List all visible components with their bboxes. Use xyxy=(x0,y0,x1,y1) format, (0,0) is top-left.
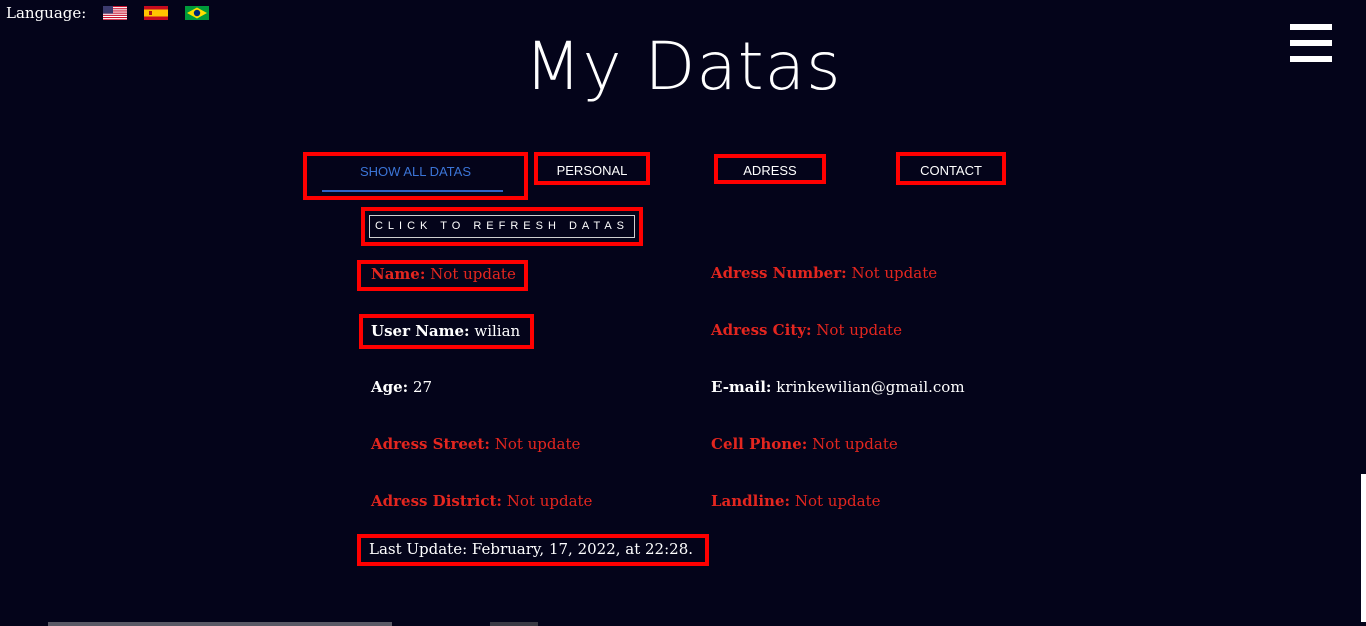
field-landline: Landline: Not update xyxy=(711,492,881,510)
field-name: Name: Not update xyxy=(357,260,528,291)
field-label: Adress Number: xyxy=(711,264,847,282)
refresh-button-highlight: CLICK TO REFRESH DATAS xyxy=(361,207,643,246)
field-value: Not update xyxy=(794,492,881,510)
language-label: Language: xyxy=(6,4,87,22)
field-label: Landline: xyxy=(711,492,791,510)
tab-personal[interactable]: PERSONAL xyxy=(534,152,650,185)
tab-contact[interactable]: CONTACT xyxy=(896,152,1006,185)
brazil-flag-icon[interactable] xyxy=(185,6,210,20)
last-update-text: Last Update: February, 17, 2022, at 22:2… xyxy=(357,534,709,566)
field-label: Cell Phone: xyxy=(711,435,808,453)
field-label: User Name: xyxy=(371,322,470,340)
scrollbar-segment xyxy=(490,622,538,626)
field-label: E-mail: xyxy=(711,378,772,396)
spain-flag-icon[interactable] xyxy=(144,6,169,20)
tab-label: ADRESS xyxy=(743,163,797,178)
field-label: Adress City: xyxy=(711,321,812,339)
tab-label: CONTACT xyxy=(920,163,982,178)
field-adress-district: Adress District: Not update xyxy=(371,492,592,510)
field-email: E-mail: krinkewilian@gmail.com xyxy=(711,378,965,396)
field-value: krinkewilian@gmail.com xyxy=(776,378,965,396)
field-value: Not update xyxy=(812,435,898,453)
field-label: Adress District: xyxy=(371,492,502,510)
language-selector: Language: xyxy=(6,4,210,22)
active-tab-indicator xyxy=(322,190,503,192)
field-label: Name: xyxy=(371,265,426,283)
field-adress-street: Adress Street: Not update xyxy=(371,435,580,453)
field-label: Age: xyxy=(371,378,409,396)
field-cell-phone: Cell Phone: Not update xyxy=(711,435,898,453)
field-value: Not update xyxy=(430,265,516,283)
field-value: Not update xyxy=(851,264,938,282)
tab-adress[interactable]: ADRESS xyxy=(714,154,826,184)
field-value: Not update xyxy=(816,321,902,339)
tab-label: PERSONAL xyxy=(556,163,628,178)
page-edge xyxy=(1361,474,1366,626)
field-adress-number: Adress Number: Not update xyxy=(711,264,937,282)
field-value: 27 xyxy=(413,378,433,396)
us-flag-icon[interactable] xyxy=(103,6,128,20)
refresh-datas-button[interactable]: CLICK TO REFRESH DATAS xyxy=(369,215,635,238)
tab-show-all-datas[interactable]: SHOW ALL DATAS xyxy=(303,152,528,200)
field-label: Adress Street: xyxy=(371,435,490,453)
field-value: Not update xyxy=(494,435,581,453)
field-adress-city: Adress City: Not update xyxy=(711,321,902,339)
tab-label: SHOW ALL DATAS xyxy=(359,164,471,179)
page-title: My Datas xyxy=(524,28,842,105)
field-user-name: User Name: wilian xyxy=(359,314,534,349)
field-value: wilian xyxy=(474,322,521,340)
field-value: Not update xyxy=(506,492,593,510)
field-age: Age: 27 xyxy=(371,378,432,396)
scrollbar-thumb[interactable] xyxy=(48,622,392,626)
